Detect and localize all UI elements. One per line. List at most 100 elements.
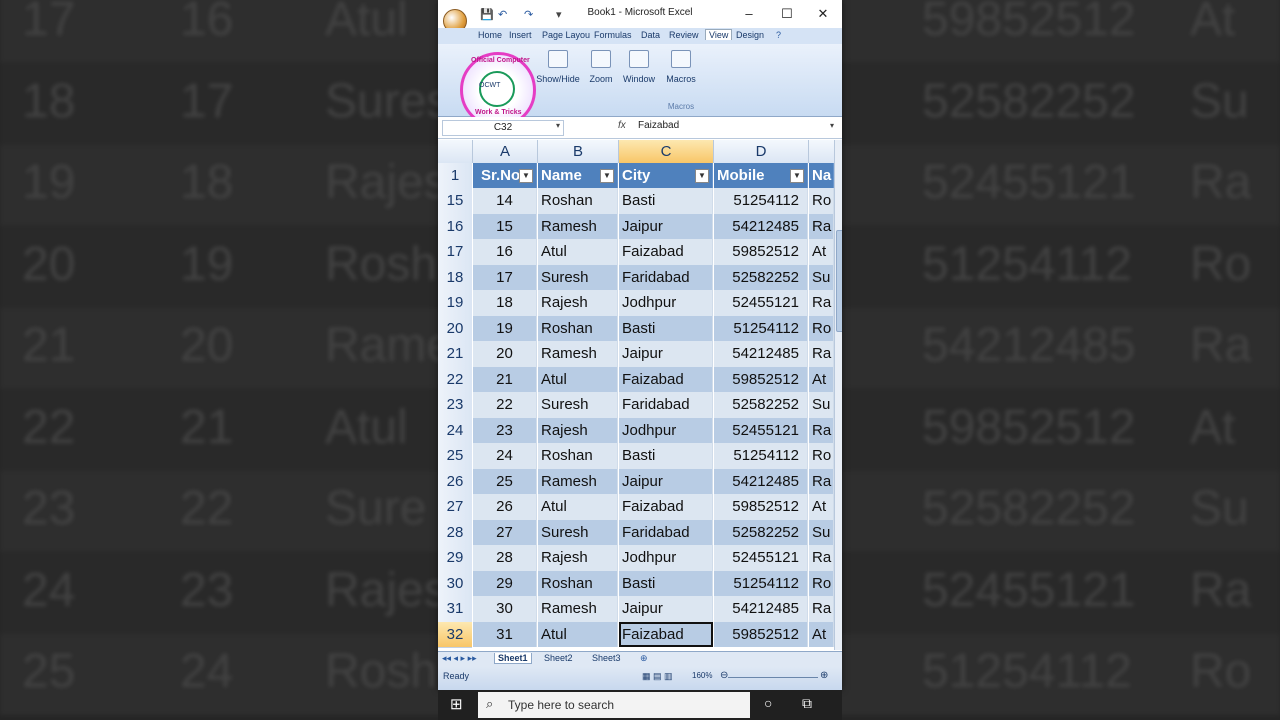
name-box[interactable]: C32 <box>442 120 564 136</box>
row-header[interactable]: 29 <box>438 545 472 572</box>
cell-name[interactable]: Rajesh <box>538 417 618 443</box>
row-header[interactable]: 23 <box>438 392 472 419</box>
cell-na[interactable]: Ro <box>809 570 834 596</box>
show-hide-group[interactable]: Show/Hide <box>534 50 582 84</box>
cell-mobile[interactable]: 54212485 <box>714 341 808 367</box>
row-header[interactable]: 18 <box>438 264 472 291</box>
column-header-e[interactable] <box>809 140 835 163</box>
cell-na[interactable]: Ra <box>809 213 834 239</box>
cell-mobile[interactable]: 51254112 <box>714 443 808 469</box>
zoom-group[interactable]: Zoom <box>588 50 614 84</box>
cell-name[interactable]: Suresh <box>538 519 618 545</box>
column-header-a[interactable]: A <box>473 140 538 163</box>
cell-city[interactable]: Jaipur <box>619 596 713 622</box>
cell-city[interactable]: Faizabad <box>619 621 713 647</box>
cell-mobile[interactable]: 59852512 <box>714 621 808 647</box>
row-header[interactable]: 21 <box>438 341 472 368</box>
tab-home[interactable]: Home <box>478 30 502 40</box>
cell-mobile[interactable]: 59852512 <box>714 366 808 392</box>
cell-name[interactable]: Atul <box>538 494 618 520</box>
cell-na[interactable]: Ra <box>809 596 834 622</box>
cell-sr[interactable]: 24 <box>473 443 537 469</box>
search-input[interactable]: Type here to search <box>508 698 614 712</box>
cell-city[interactable]: Faizabad <box>619 239 713 265</box>
cell-mobile[interactable]: 54212485 <box>714 468 808 494</box>
cell-mobile[interactable]: 52582252 <box>714 264 808 290</box>
name-box-dropdown-icon[interactable]: ▾ <box>556 121 560 130</box>
cell-na[interactable]: Ra <box>809 417 834 443</box>
cell-name[interactable]: Ramesh <box>538 468 618 494</box>
cell-name[interactable]: Roshan <box>538 315 618 341</box>
filter-dropdown-icon[interactable]: ▼ <box>600 169 614 183</box>
row-header[interactable]: 24 <box>438 417 472 444</box>
cell-sr[interactable]: 18 <box>473 290 537 316</box>
cell-na[interactable]: At <box>809 621 834 647</box>
cell-city[interactable]: Basti <box>619 570 713 596</box>
close-button[interactable]: ✕ <box>808 4 838 24</box>
cell-sr[interactable]: 30 <box>473 596 537 622</box>
cell-na[interactable]: Ra <box>809 341 834 367</box>
cell-name[interactable]: Suresh <box>538 392 618 418</box>
row-header[interactable]: 22 <box>438 366 472 393</box>
sheet-tab-3[interactable]: Sheet3 <box>592 653 621 663</box>
cell-name[interactable]: Roshan <box>538 188 618 214</box>
cell-sr[interactable]: 22 <box>473 392 537 418</box>
cell-name[interactable]: Atul <box>538 621 618 647</box>
insert-sheet-icon[interactable]: ⊕ <box>640 653 648 664</box>
row-header[interactable]: 15 <box>438 188 472 215</box>
row-header[interactable]: 16 <box>438 213 472 240</box>
cell-city[interactable]: Basti <box>619 443 713 469</box>
cell-mobile[interactable]: 52455121 <box>714 417 808 443</box>
cell-sr[interactable]: 25 <box>473 468 537 494</box>
cell-mobile[interactable]: 54212485 <box>714 596 808 622</box>
sheet-tab-1[interactable]: Sheet1 <box>494 653 532 664</box>
tab-design[interactable]: Design <box>736 30 764 40</box>
row-header[interactable]: 30 <box>438 570 472 597</box>
cell-sr[interactable]: 29 <box>473 570 537 596</box>
cell-name[interactable]: Atul <box>538 366 618 392</box>
tab-formulas[interactable]: Formulas <box>594 30 632 40</box>
cell-na[interactable]: Ro <box>809 315 834 341</box>
cell-mobile[interactable]: 52582252 <box>714 392 808 418</box>
fx-icon[interactable]: fx <box>618 120 626 131</box>
cell-name[interactable]: Ramesh <box>538 341 618 367</box>
tab-review[interactable]: Review <box>669 30 699 40</box>
cell-city[interactable]: Faizabad <box>619 494 713 520</box>
row-header[interactable]: 28 <box>438 519 472 546</box>
cell-na[interactable]: Su <box>809 519 834 545</box>
sheet-nav-arrows-icon[interactable]: ◂◂ ◂ ▸ ▸▸ <box>442 653 477 664</box>
sheet-tab-2[interactable]: Sheet2 <box>544 653 573 663</box>
cell-sr[interactable]: 23 <box>473 417 537 443</box>
cell-mobile[interactable]: 59852512 <box>714 494 808 520</box>
cell-name[interactable]: Rajesh <box>538 545 618 571</box>
tab-page-layout[interactable]: Page Layou <box>542 30 590 40</box>
cell-na[interactable]: Ro <box>809 188 834 214</box>
cell-na[interactable]: Ro <box>809 443 834 469</box>
row-header[interactable]: 19 <box>438 290 472 317</box>
zoom-in-icon[interactable]: ⊕ <box>820 670 828 681</box>
row-header[interactable]: 26 <box>438 468 472 495</box>
row-header[interactable]: 32 <box>438 621 472 648</box>
cell-na[interactable]: Su <box>809 392 834 418</box>
cell-sr[interactable]: 26 <box>473 494 537 520</box>
filter-dropdown-icon[interactable]: ▼ <box>790 169 804 183</box>
cell-mobile[interactable]: 51254112 <box>714 315 808 341</box>
minimize-button[interactable]: – <box>734 4 764 24</box>
cell-na[interactable]: Ra <box>809 468 834 494</box>
cell-city[interactable]: Faridabad <box>619 264 713 290</box>
row-header[interactable]: 31 <box>438 596 472 623</box>
row-header[interactable]: 17 <box>438 239 472 266</box>
view-buttons-icon[interactable]: ▦ ▤ ▥ <box>642 671 673 682</box>
cell-name[interactable]: Ramesh <box>538 596 618 622</box>
macros-button[interactable]: Macros <box>664 50 698 84</box>
zoom-slider[interactable] <box>728 677 818 678</box>
window-group[interactable]: Window <box>620 50 658 84</box>
tab-insert[interactable]: Insert <box>509 30 532 40</box>
cell-name[interactable]: Ramesh <box>538 213 618 239</box>
cell-sr[interactable]: 20 <box>473 341 537 367</box>
cell-sr[interactable]: 19 <box>473 315 537 341</box>
scroll-thumb[interactable] <box>836 230 842 332</box>
vertical-scrollbar[interactable] <box>834 140 842 650</box>
cell-city[interactable]: Basti <box>619 188 713 214</box>
column-header-b[interactable]: B <box>538 140 619 163</box>
